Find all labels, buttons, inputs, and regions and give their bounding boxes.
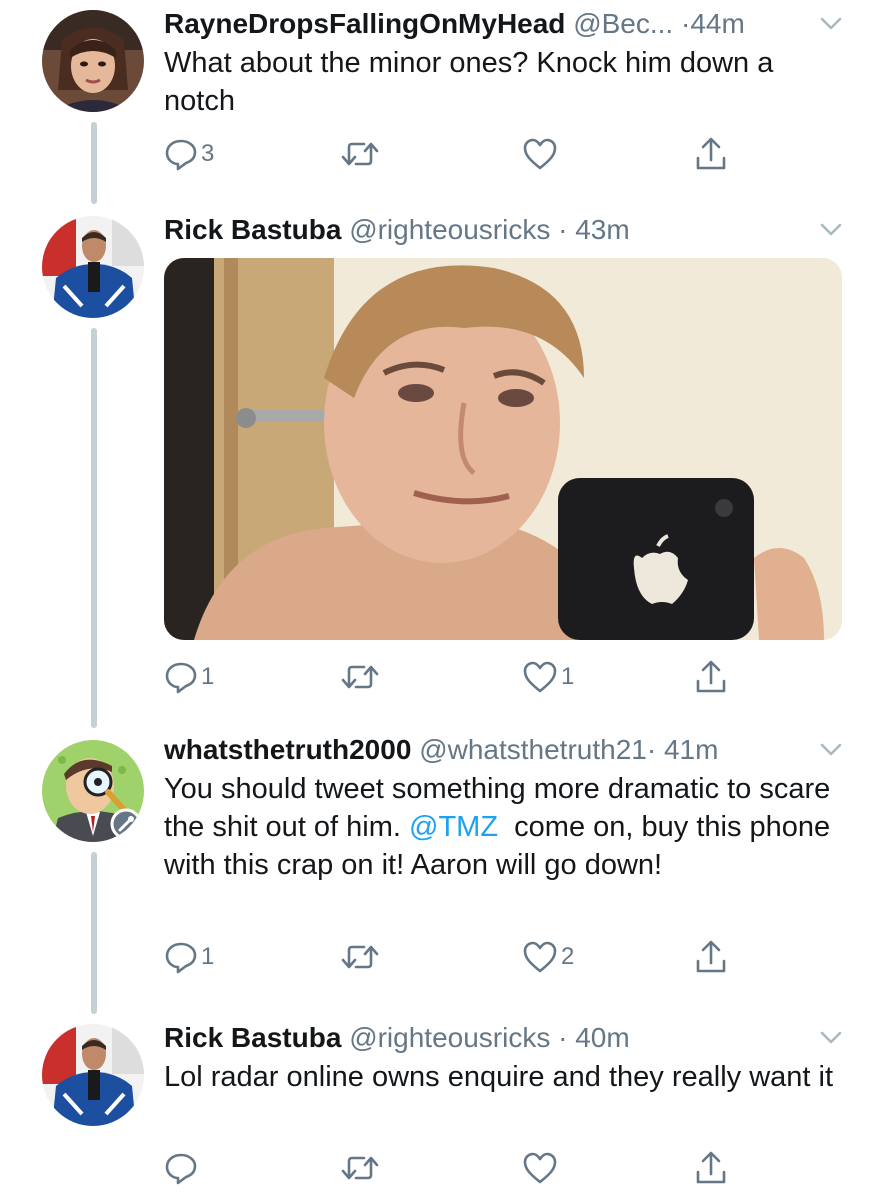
reply-count: 1 [201, 663, 215, 690]
reply-button[interactable]: 1 [164, 937, 214, 977]
retweet-icon [341, 142, 379, 166]
share-button[interactable] [694, 937, 728, 977]
avatar[interactable] [42, 1024, 144, 1126]
display-name[interactable]: Rick Bastuba [164, 1022, 341, 1053]
separator-dot: · [646, 734, 657, 765]
display-name[interactable]: Rick Bastuba [164, 214, 341, 245]
tweet-text: You should tweet something more dramatic… [164, 770, 845, 884]
chevron-down-icon[interactable] [815, 1022, 845, 1054]
share-icon [696, 1151, 726, 1184]
tweet-media-photo[interactable] [164, 258, 842, 640]
display-name[interactable]: whatsthetruth2000 [164, 734, 411, 765]
user-handle[interactable]: @whatsthetruth21 [419, 734, 647, 765]
retweet-button[interactable] [340, 1148, 383, 1188]
separator-dot: · [558, 1022, 568, 1053]
avatar[interactable] [42, 216, 144, 318]
timestamp[interactable]: 41m [664, 734, 718, 765]
tweet[interactable]: whatsthetruth2000 @whatsthetruth21· 41m … [0, 720, 885, 1010]
retweet-icon [341, 945, 379, 969]
like-button[interactable]: 2 [522, 937, 574, 977]
timestamp[interactable]: 44m [690, 8, 744, 39]
tweet-text: What about the minor ones? Knock him dow… [164, 47, 774, 117]
reply-count: 1 [201, 943, 215, 970]
reply-icon [165, 942, 197, 974]
avatar[interactable] [42, 10, 144, 112]
heart-icon [523, 138, 557, 170]
reply-icon [165, 662, 197, 694]
reply-button[interactable]: 3 [164, 134, 214, 174]
retweet-icon [341, 1156, 379, 1180]
chevron-down-icon[interactable] [815, 8, 845, 40]
chevron-down-icon[interactable] [815, 214, 845, 246]
avatar[interactable] [42, 740, 144, 842]
tweet-header: Rick Bastuba @righteousricks · 40m [164, 1018, 845, 1058]
like-count: 1 [561, 663, 575, 690]
retweet-button[interactable] [340, 657, 383, 697]
share-button[interactable] [694, 134, 728, 174]
like-button[interactable] [522, 1148, 561, 1188]
mention-link[interactable]: @TMZ [409, 811, 498, 843]
user-handle[interactable]: @righteousricks [349, 214, 550, 245]
share-button[interactable] [694, 1148, 728, 1188]
chevron-down-icon[interactable] [815, 734, 845, 766]
action-bar [164, 1148, 754, 1188]
tweet-header: whatsthetruth2000 @whatsthetruth21· 41m [164, 730, 845, 770]
tweet-header: Rick Bastuba @righteousricks · 43m [164, 210, 845, 250]
timestamp[interactable]: 40m [575, 1022, 629, 1053]
retweet-button[interactable] [340, 937, 383, 977]
share-icon [696, 940, 726, 973]
action-bar: 3 [164, 134, 754, 174]
like-button[interactable]: 1 [522, 657, 574, 697]
heart-icon [523, 941, 557, 973]
action-bar: 1 2 [164, 937, 754, 977]
reply-count: 3 [201, 140, 215, 167]
like-button[interactable] [522, 134, 561, 174]
tweet-header: RayneDropsFallingOnMyHead @Bec... ·44m [164, 4, 845, 44]
share-icon [696, 660, 726, 693]
reply-button[interactable]: 1 [164, 657, 214, 697]
retweet-icon [341, 665, 379, 689]
share-button[interactable] [694, 657, 728, 697]
reply-icon [165, 139, 197, 171]
user-handle[interactable]: @Bec... [573, 8, 673, 39]
tweet[interactable]: Rick Bastuba @righteousricks · 40m Lol r… [0, 1010, 885, 1200]
reply-button[interactable] [164, 1148, 201, 1188]
action-bar: 1 1 [164, 657, 754, 697]
display-name[interactable]: RayneDropsFallingOnMyHead [164, 8, 565, 39]
timestamp[interactable]: 43m [575, 214, 629, 245]
like-count: 2 [561, 943, 575, 970]
user-handle[interactable]: @righteousricks [349, 1022, 550, 1053]
heart-icon [523, 661, 557, 693]
share-icon [696, 137, 726, 170]
separator-dot: · [558, 214, 568, 245]
tweet-text: Lol radar online owns enquire and they r… [164, 1061, 834, 1093]
heart-icon [523, 1152, 557, 1184]
tweet[interactable]: RayneDropsFallingOnMyHead @Bec... ·44m W… [0, 0, 885, 200]
separator-dot: · [680, 8, 691, 39]
reply-icon [165, 1153, 197, 1185]
retweet-button[interactable] [340, 134, 383, 174]
